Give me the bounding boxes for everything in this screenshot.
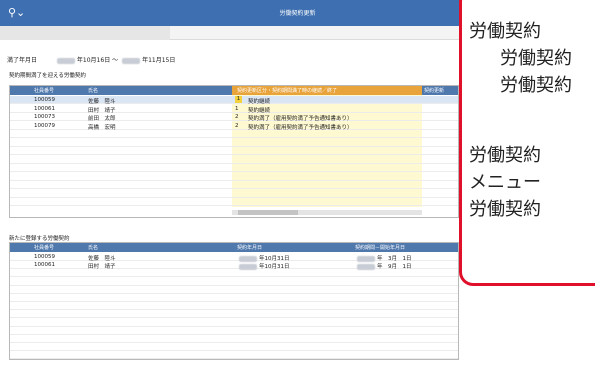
expiry-period-label: 満了年月日 <box>7 57 38 64</box>
table-row[interactable] <box>10 351 458 359</box>
new-contracts-grid[interactable]: 社員番号 氏名 契約年月日 契約期間－開始年月日 100059 佐藤 陸斗 年10月… <box>9 242 459 360</box>
column-header-contract-date[interactable]: 契約年月日 <box>237 244 262 251</box>
employee-id-cell: 100079 <box>34 122 55 129</box>
column-header-renewal-category[interactable]: 契約更新区分・契約期間満了時の継続／終了 <box>237 87 337 94</box>
table-row[interactable] <box>10 164 458 172</box>
callout-line: 労働契約 <box>469 199 541 220</box>
table-row[interactable]: 100061 田村 靖子 年10月31日年 9月 1日 <box>10 261 458 270</box>
table-row[interactable] <box>10 278 458 286</box>
renewal-code-cell[interactable]: 2 <box>235 114 239 120</box>
renewal-code-cell[interactable]: 1 <box>235 96 242 103</box>
renewal-code-cell[interactable]: 1 <box>235 106 239 112</box>
table-row[interactable] <box>10 147 458 155</box>
table-row[interactable] <box>10 335 458 343</box>
blurred-year <box>122 57 141 64</box>
table-row[interactable] <box>10 327 458 335</box>
callout-line: 労働契約 <box>469 145 541 166</box>
table-row[interactable] <box>10 343 458 352</box>
period-separator: ～ <box>112 57 119 64</box>
column-header-start-date[interactable]: 契約期間－開始年月日 <box>355 244 405 251</box>
column-header-name[interactable]: 氏名 <box>88 87 98 94</box>
employee-id-cell: 100059 <box>34 97 55 103</box>
new-contracts-section-title: 新たに登録する労働契約 <box>9 236 70 242</box>
horizontal-scrollbar-thumb[interactable] <box>238 210 298 215</box>
employee-id-cell: 100061 <box>34 262 55 269</box>
table-row[interactable]: 100059 佐藤 陸斗 1 契約継続 <box>10 96 458 105</box>
table-row[interactable] <box>10 269 458 278</box>
table-row[interactable]: 100061 田村 靖子 1 契約継続 <box>10 105 458 114</box>
callout-line: 労働契約 <box>500 48 572 69</box>
period-from: 年10月16日 <box>76 57 111 64</box>
employee-id-cell: 100073 <box>34 114 55 120</box>
column-header-name[interactable]: 氏名 <box>88 244 98 251</box>
employee-id-cell: 100061 <box>34 105 55 112</box>
table-row[interactable] <box>10 294 458 302</box>
table-row[interactable]: 100059 佐藤 陸斗 年10月31日年 3月 1日 <box>10 253 458 262</box>
toolbar-tab-strip <box>0 26 170 40</box>
table-row[interactable] <box>10 190 458 198</box>
blurred-year <box>56 57 75 64</box>
employee-id-cell: 100059 <box>34 254 55 260</box>
callout-line: 労働契約 <box>500 75 572 96</box>
callout-line: メニュー <box>469 172 541 193</box>
column-header-employee-id[interactable]: 社員番号 <box>34 244 54 251</box>
table-row[interactable] <box>10 181 458 189</box>
table-row[interactable]: 100073 前田 太郎 2 契約満了（雇用契約満了予告通知書あり） <box>10 113 458 122</box>
table-row[interactable] <box>10 310 458 319</box>
column-header-employee-id[interactable]: 社員番号 <box>34 87 54 94</box>
renewal-code-cell[interactable]: 2 <box>235 123 239 129</box>
period-to: 年11月15日 <box>142 57 176 64</box>
expiry-period: 満了年月日 年10月16日 ～ 年11月15日 <box>7 55 175 64</box>
expiring-contracts-grid[interactable]: 社員番号 氏名 契約更新区分・契約期間満了時の継続／終了 契約更新 100059… <box>9 85 459 218</box>
table-row[interactable] <box>10 302 458 311</box>
expiring-section-title: 契約期間満了を迎える労働契約 <box>9 73 86 79</box>
explanation-callout: 労働契約 労働契約 労働契約 労働契約 メニュー 労働契約 <box>459 0 595 286</box>
table-row[interactable]: 100079 高橋 宏明 2 契約満了（雇用契約満了予告通知書あり） <box>10 122 458 131</box>
table-row[interactable] <box>10 139 458 147</box>
table-row[interactable] <box>10 130 458 138</box>
table-row[interactable] <box>10 156 458 164</box>
table-row[interactable] <box>10 319 458 327</box>
callout-line: 労働契約 <box>469 21 541 42</box>
column-header-renewal[interactable]: 契約更新 <box>424 87 444 94</box>
table-row[interactable] <box>10 286 458 294</box>
table-row[interactable] <box>10 173 458 181</box>
table-row[interactable] <box>10 198 458 206</box>
